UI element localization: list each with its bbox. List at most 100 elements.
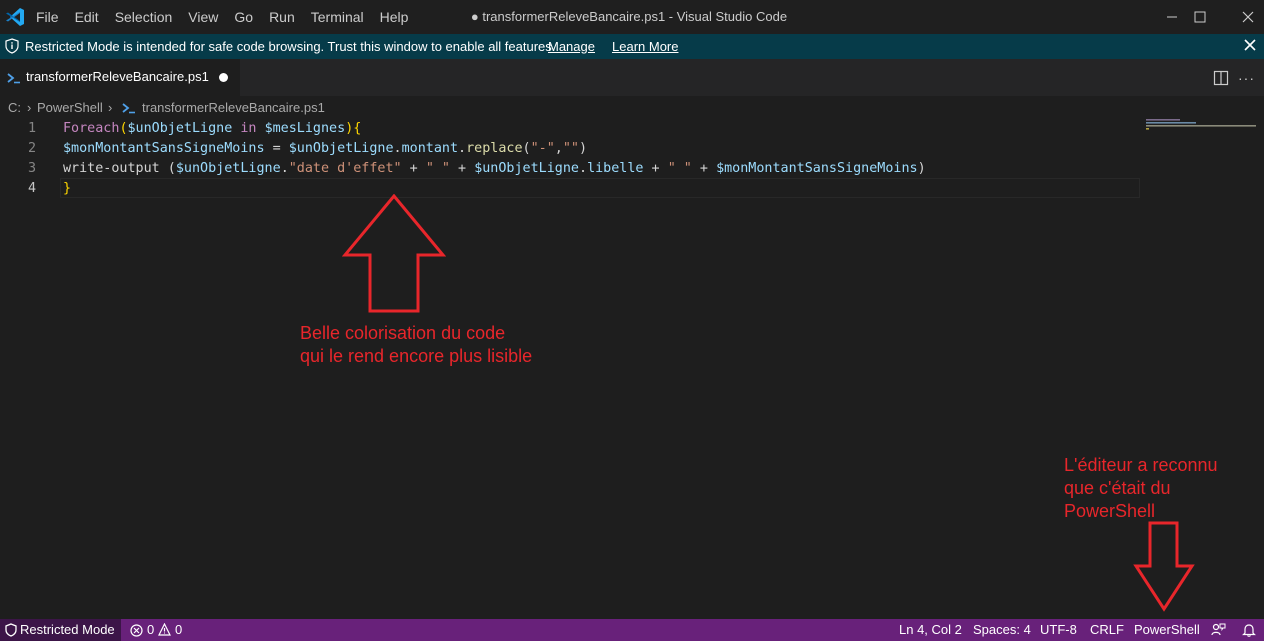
breadcrumb-folder[interactable]: PowerShell	[37, 100, 103, 115]
code-token: +	[643, 161, 668, 176]
bell-icon[interactable]	[1242, 623, 1256, 637]
code-token: montant	[401, 141, 459, 156]
code-token: =	[264, 141, 289, 156]
minimap[interactable]	[1146, 118, 1256, 132]
breadcrumb-separator: ›	[108, 100, 113, 115]
editor-tab[interactable]: transformerReleveBancaire.ps1	[0, 59, 240, 96]
code-token: libelle	[587, 161, 644, 176]
menu-go[interactable]: Go	[226, 9, 261, 25]
annotation-colorisation: Belle colorisation du code qui le rend e…	[300, 322, 532, 368]
code-token: (	[119, 121, 128, 136]
tab-label: transformerReleveBancaire.ps1	[26, 69, 209, 84]
feedback-person-icon[interactable]	[1211, 623, 1226, 637]
menu-selection[interactable]: Selection	[107, 9, 181, 25]
annotation-line: Belle colorisation du code	[300, 323, 506, 343]
annotation-language: L'éditeur a reconnu que c'était du Power…	[1064, 454, 1218, 523]
close-window-button[interactable]	[1225, 0, 1264, 34]
menu-view[interactable]: View	[180, 9, 226, 25]
code-token: .	[393, 141, 402, 156]
code-token: .	[458, 141, 467, 156]
code-token: $monMontantSansSigneMoins	[716, 161, 918, 176]
indentation-setting[interactable]: Spaces: 4	[973, 622, 1031, 637]
title-bar: File Edit Selection View Go Run Terminal…	[0, 0, 1264, 34]
line-number: 2	[27, 141, 36, 156]
line-ending[interactable]: CRLF	[1090, 622, 1124, 637]
shield-info-icon	[5, 38, 19, 54]
code-token: +	[401, 161, 426, 176]
status-bar: Restricted Mode 0 0 Ln 4, Col 2 Spaces: …	[0, 619, 1264, 641]
code-token: write-output	[63, 161, 160, 176]
code-line[interactable]: $monMontantSansSigneMoins = $unObjetLign…	[63, 139, 587, 159]
warning-icon	[158, 623, 171, 636]
tab-bar: transformerReleveBancaire.ps1	[0, 59, 1264, 96]
code-token: $mesLignes	[264, 121, 346, 136]
code-token: Foreach	[63, 121, 120, 136]
annotation-arrow-up	[342, 194, 446, 313]
warning-count: 0	[175, 622, 183, 637]
code-editor[interactable]: 1 2 3 4 Foreach($unObjetLigne in $mesLig…	[0, 118, 1264, 618]
maximize-button[interactable]	[1177, 0, 1223, 34]
error-count: 0	[147, 622, 155, 637]
code-token: +	[691, 161, 717, 176]
problems-indicator[interactable]: 0 0	[128, 619, 188, 641]
code-token: )	[917, 161, 926, 176]
breadcrumb-file[interactable]: transformerReleveBancaire.ps1	[142, 100, 325, 115]
learn-more-link[interactable]: Learn More	[612, 39, 678, 54]
code-line[interactable]: write-output ($unObjetLigne."date d'effe…	[63, 159, 926, 179]
code-line[interactable]: Foreach($unObjetLigne in $mesLignes){	[63, 119, 361, 139]
code-token: "-"	[530, 141, 555, 156]
shield-icon	[5, 623, 17, 637]
error-icon	[130, 624, 143, 637]
code-token: " "	[425, 161, 450, 176]
code-token: }	[63, 181, 72, 196]
code-token: +	[450, 161, 475, 176]
cursor-position[interactable]: Ln 4, Col 2	[899, 622, 962, 637]
code-token: )	[578, 141, 588, 156]
code-token: (	[159, 161, 176, 176]
code-token: {	[353, 121, 362, 136]
language-mode[interactable]: PowerShell	[1134, 622, 1200, 637]
banner-text: Restricted Mode is intended for safe cod…	[25, 39, 556, 54]
code-token: (	[522, 141, 531, 156]
code-token: .	[280, 161, 289, 176]
split-editor-icon[interactable]	[1213, 70, 1229, 86]
code-token: replace	[466, 141, 523, 156]
close-banner-icon[interactable]	[1243, 38, 1257, 52]
unsaved-dot-icon[interactable]	[219, 73, 228, 82]
restricted-mode-label: Restricted Mode	[20, 622, 115, 637]
menu-bar: File Edit Selection View Go Run Terminal…	[28, 0, 416, 34]
code-token: $monMontantSansSigneMoins	[63, 141, 265, 156]
powershell-file-icon	[7, 73, 20, 84]
line-number: 4	[27, 181, 36, 196]
menu-run[interactable]: Run	[261, 9, 303, 25]
restricted-mode-banner: Restricted Mode is intended for safe cod…	[0, 34, 1264, 59]
code-token: in	[240, 121, 257, 136]
breadcrumb-drive[interactable]: C:	[8, 100, 21, 115]
code-token: $unObjetLigne	[288, 141, 394, 156]
close-icon	[1242, 11, 1254, 23]
annotation-line: que c'était du	[1064, 478, 1171, 498]
breadcrumb-separator: ›	[27, 100, 32, 115]
code-token: " "	[667, 161, 692, 176]
maximize-icon	[1194, 11, 1206, 23]
line-number: 3	[27, 161, 36, 176]
more-actions-icon[interactable]: ···	[1238, 70, 1258, 86]
file-encoding[interactable]: UTF-8	[1040, 622, 1077, 637]
menu-edit[interactable]: Edit	[67, 9, 107, 25]
menu-terminal[interactable]: Terminal	[303, 9, 372, 25]
code-token: $unObjetLigne	[175, 161, 281, 176]
menu-help[interactable]: Help	[372, 9, 417, 25]
annotation-line: L'éditeur a reconnu	[1064, 455, 1218, 475]
powershell-file-icon	[122, 103, 135, 114]
code-line[interactable]: }	[63, 179, 71, 199]
manage-link[interactable]: Manage	[548, 39, 595, 54]
code-token: .	[579, 161, 588, 176]
restricted-mode-indicator[interactable]: Restricted Mode	[0, 619, 121, 641]
line-number: 1	[27, 121, 36, 136]
menu-file[interactable]: File	[28, 9, 67, 25]
code-token: $unObjetLigne	[127, 121, 233, 136]
breadcrumb: C: › PowerShell › transformerReleveBanca…	[0, 96, 1264, 118]
vscode-logo-icon	[6, 8, 24, 26]
current-line-highlight	[60, 178, 1140, 198]
